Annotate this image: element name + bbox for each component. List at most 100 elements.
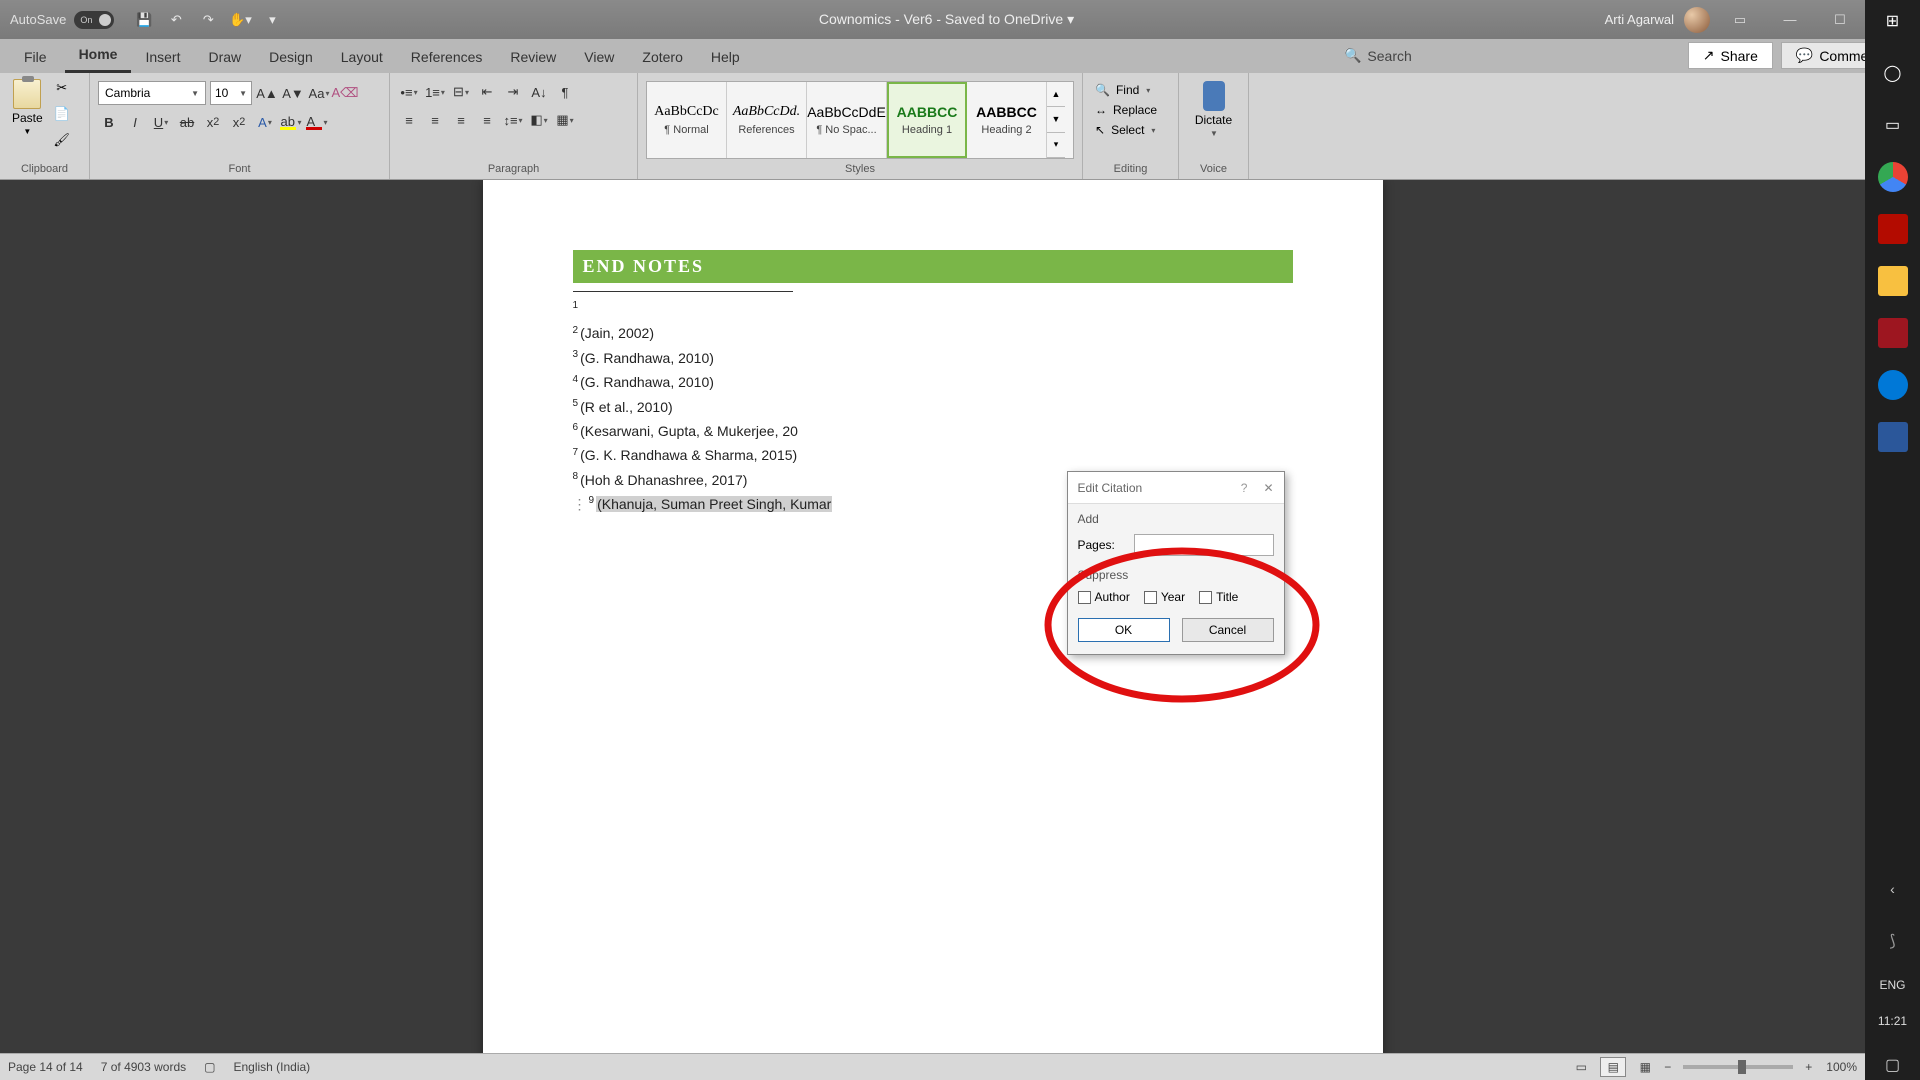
minimize-icon[interactable]: —: [1770, 5, 1810, 35]
gallery-more-icon[interactable]: ▾: [1047, 133, 1065, 158]
show-marks-icon[interactable]: ¶: [554, 81, 576, 103]
tab-design[interactable]: Design: [255, 41, 327, 73]
qat-more-icon[interactable]: ▾: [258, 6, 286, 34]
gallery-down-icon[interactable]: ▼: [1047, 107, 1065, 132]
increase-indent-icon[interactable]: ⇥: [502, 81, 524, 103]
web-layout-icon[interactable]: ▦: [1632, 1057, 1658, 1077]
zoom-out-icon[interactable]: −: [1664, 1060, 1671, 1074]
tab-home[interactable]: Home: [65, 38, 132, 73]
cancel-button[interactable]: Cancel: [1182, 618, 1274, 642]
user-name[interactable]: Arti Agarwal: [1605, 12, 1674, 27]
document-title[interactable]: Cownomics - Ver6 - Saved to OneDrive ▾: [288, 11, 1604, 28]
strikethrough-button[interactable]: ab: [176, 111, 198, 133]
endnote-1[interactable]: 1: [573, 298, 1293, 322]
decrease-indent-icon[interactable]: ⇤: [476, 81, 498, 103]
dictate-button[interactable]: Dictate ▼: [1187, 77, 1240, 142]
text-effects-icon[interactable]: A▾: [254, 111, 276, 133]
tab-view[interactable]: View: [570, 41, 628, 73]
shrink-font-icon[interactable]: A▼: [282, 82, 304, 104]
tab-help[interactable]: Help: [697, 41, 754, 73]
action-center-icon[interactable]: ▢: [1878, 1050, 1908, 1080]
tab-review[interactable]: Review: [496, 41, 570, 73]
endnote-3[interactable]: 3(G. Randhawa, 2010): [573, 347, 1293, 371]
touch-icon[interactable]: ✋▾: [226, 6, 254, 34]
dialog-close-icon[interactable]: ✕: [1263, 481, 1273, 495]
change-case-icon[interactable]: Aa▾: [308, 82, 330, 104]
line-spacing-icon[interactable]: ↕≡▾: [502, 109, 524, 131]
numbering-icon[interactable]: 1≡▾: [424, 81, 446, 103]
tab-file[interactable]: File: [10, 41, 61, 73]
copy-icon[interactable]: 📄: [51, 103, 73, 125]
help-icon[interactable]: ?: [1241, 481, 1248, 495]
heading-end-notes[interactable]: END NOTES: [573, 250, 1293, 283]
align-center-icon[interactable]: ≡: [424, 109, 446, 131]
clock[interactable]: 11:21: [1878, 1014, 1907, 1028]
style-heading2[interactable]: AABBCC Heading 2: [967, 82, 1047, 158]
style-no-spacing[interactable]: AaBbCcDdE ¶ No Spac...: [807, 82, 887, 158]
explorer-icon[interactable]: [1878, 266, 1908, 296]
gallery-up-icon[interactable]: ▲: [1047, 82, 1065, 107]
style-normal[interactable]: AaBbCcDc ¶ Normal: [647, 82, 727, 158]
shading-icon[interactable]: ◧▾: [528, 109, 550, 131]
tab-layout[interactable]: Layout: [327, 41, 397, 73]
endnote-4[interactable]: 4(G. Randhawa, 2010): [573, 371, 1293, 395]
font-color-button[interactable]: A▾: [306, 111, 328, 133]
justify-icon[interactable]: ≡: [476, 109, 498, 131]
show-hidden-icon[interactable]: ‹: [1878, 874, 1908, 904]
grow-font-icon[interactable]: A▲: [256, 82, 278, 104]
multilevel-icon[interactable]: ⊟▾: [450, 81, 472, 103]
start-icon[interactable]: ⊞: [1878, 6, 1908, 36]
style-heading1[interactable]: AABBCC Heading 1: [887, 82, 967, 158]
tab-insert[interactable]: Insert: [131, 41, 194, 73]
font-name-select[interactable]: Cambria▼: [98, 81, 206, 105]
align-left-icon[interactable]: ≡: [398, 109, 420, 131]
paste-button[interactable]: Paste ▼: [8, 77, 47, 138]
ribbon-display-icon[interactable]: ▭: [1720, 5, 1760, 35]
zoom-level[interactable]: 100%: [1826, 1060, 1857, 1074]
print-layout-icon[interactable]: ▤: [1600, 1057, 1626, 1077]
bullets-icon[interactable]: •≡▾: [398, 81, 420, 103]
field-handle-icon[interactable]: ⋮: [573, 496, 587, 512]
onedrive-icon[interactable]: ⟆: [1878, 926, 1908, 956]
save-icon[interactable]: 💾: [130, 6, 158, 34]
bold-button[interactable]: B: [98, 111, 120, 133]
page[interactable]: END NOTES 1 2(Jain, 2002) 3(G. Randhawa,…: [483, 180, 1383, 1053]
subscript-button[interactable]: x2: [202, 111, 224, 133]
ok-button[interactable]: OK: [1078, 618, 1170, 642]
acrobat-icon[interactable]: [1878, 214, 1908, 244]
style-references[interactable]: AaBbCcDd. References: [727, 82, 807, 158]
dialog-titlebar[interactable]: Edit Citation ? ✕: [1068, 472, 1284, 504]
zoom-slider[interactable]: [1683, 1065, 1793, 1069]
page-indicator[interactable]: Page 14 of 14: [8, 1060, 83, 1074]
undo-icon[interactable]: ↶: [162, 6, 190, 34]
endnote-5[interactable]: 5(R et al., 2010): [573, 396, 1293, 420]
cortana-icon[interactable]: ◯: [1878, 58, 1908, 88]
replace-button[interactable]: ↔Replace: [1091, 101, 1170, 119]
chrome-icon[interactable]: [1878, 162, 1908, 192]
zoom-in-icon[interactable]: +: [1805, 1060, 1812, 1074]
format-painter-icon[interactable]: 🖌: [51, 129, 73, 151]
align-right-icon[interactable]: ≡: [450, 109, 472, 131]
font-size-select[interactable]: 10▼: [210, 81, 252, 105]
redo-icon[interactable]: ↷: [194, 6, 222, 34]
mendeley-icon[interactable]: [1878, 318, 1908, 348]
borders-icon[interactable]: ▦▾: [554, 109, 576, 131]
suppress-year-checkbox[interactable]: Year: [1144, 590, 1185, 604]
suppress-author-checkbox[interactable]: Author: [1078, 590, 1130, 604]
word-count[interactable]: 7 of 4903 words: [101, 1060, 186, 1074]
styles-scroll[interactable]: ▲ ▼ ▾: [1047, 82, 1065, 158]
italic-button[interactable]: I: [124, 111, 146, 133]
suppress-title-checkbox[interactable]: Title: [1199, 590, 1238, 604]
highlight-button[interactable]: ab▾: [280, 111, 302, 133]
endnote-6[interactable]: 6(Kesarwani, Gupta, & Mukerjee, 20: [573, 420, 1293, 444]
superscript-button[interactable]: x2: [228, 111, 250, 133]
clear-format-icon[interactable]: A⌫: [334, 82, 356, 104]
tell-me-search[interactable]: 🔍 Search: [1344, 47, 1412, 64]
autosave-toggle[interactable]: On: [74, 11, 114, 29]
endnote-2[interactable]: 2(Jain, 2002): [573, 322, 1293, 346]
task-view-icon[interactable]: ▭: [1878, 110, 1908, 140]
select-button[interactable]: ↖Select▾: [1091, 121, 1170, 139]
read-mode-icon[interactable]: ▭: [1568, 1057, 1594, 1077]
endnote-7[interactable]: 7(G. K. Randhawa & Sharma, 2015): [573, 444, 1293, 468]
user-avatar[interactable]: [1684, 7, 1710, 33]
